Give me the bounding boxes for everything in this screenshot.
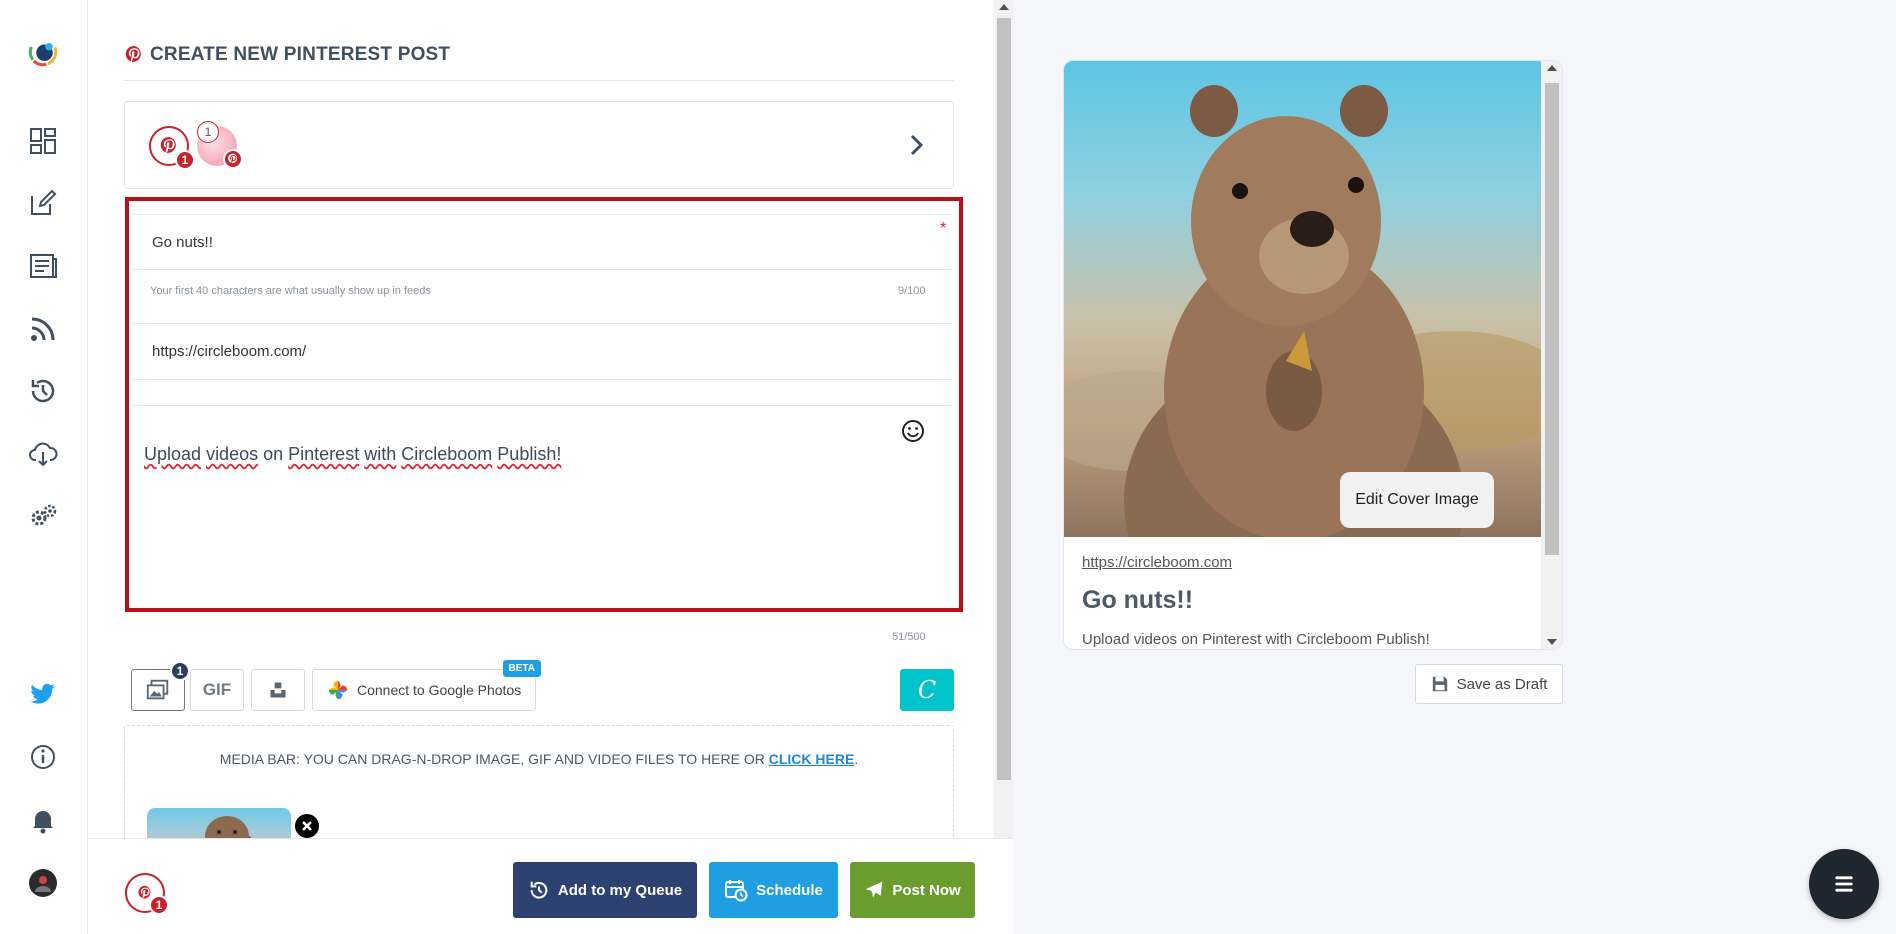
post-now-button[interactable]: Post Now xyxy=(850,862,975,918)
account-selector[interactable]: 1 1 xyxy=(124,101,954,189)
edit-cover-image-button[interactable]: Edit Cover Image xyxy=(1340,472,1494,528)
post-now-label: Post Now xyxy=(892,881,961,899)
page-title-text: CREATE NEW PINTEREST POST xyxy=(150,44,451,65)
google-photos-button[interactable]: Connect to Google Photos BETA xyxy=(312,660,541,711)
pin-title-input[interactable] xyxy=(132,215,952,269)
save-as-draft-label: Save as Draft xyxy=(1456,675,1548,693)
preview-cover-image xyxy=(1064,61,1541,537)
gif-label: GIF xyxy=(202,680,232,699)
image-upload-button[interactable]: 1 xyxy=(131,661,190,711)
edit-icon[interactable] xyxy=(24,184,62,222)
emoji-icon[interactable] xyxy=(900,418,926,444)
board-pinterest-badge xyxy=(223,149,243,169)
preview-url-link[interactable]: https://circleboom.com xyxy=(1082,554,1232,571)
board-count-badge: 1 xyxy=(197,121,219,143)
account-badge: 1 xyxy=(175,150,195,170)
editor-scroll-area: CREATE NEW PINTEREST POST 1 1 * Your fir… xyxy=(88,0,993,838)
desc-word: Upload xyxy=(144,444,202,464)
article-icon[interactable] xyxy=(24,247,62,285)
add-to-queue-label: Add to my Queue xyxy=(557,881,683,899)
media-bar-text: MEDIA BAR: YOU CAN DRAG-N-DROP IMAGE, GI… xyxy=(125,751,953,767)
desc-word: Circleboom xyxy=(401,444,493,464)
description-char-counter: 51/500 xyxy=(892,631,926,643)
pinterest-account-icon[interactable]: 1 xyxy=(149,126,195,170)
paper-plane-icon xyxy=(865,881,883,898)
canva-label: C xyxy=(917,676,937,704)
destination-url-input[interactable] xyxy=(132,324,952,379)
media-dropzone[interactable]: MEDIA BAR: YOU CAN DRAG-N-DROP IMAGE, GI… xyxy=(124,725,954,838)
add-to-queue-button[interactable]: Add to my Queue xyxy=(513,862,697,918)
calendar-clock-icon xyxy=(725,880,748,902)
google-photos-icon xyxy=(328,680,348,700)
circleboom-logo-icon[interactable] xyxy=(24,33,62,71)
action-bar: 1 Add to my Queue Schedule Post Now xyxy=(88,838,1013,934)
unsplash-icon xyxy=(270,682,286,698)
media-bar-suffix: . xyxy=(854,751,859,767)
schedule-label: Schedule xyxy=(756,881,823,899)
desc-word: with xyxy=(364,444,397,464)
desc-word: Publish! xyxy=(497,444,562,464)
title-char-counter: 9/100 xyxy=(898,285,926,297)
media-bar-instructions: MEDIA BAR: YOU CAN DRAG-N-DROP IMAGE, GI… xyxy=(219,751,769,767)
settings-icon[interactable] xyxy=(24,497,62,535)
save-as-draft-button[interactable]: Save as Draft xyxy=(1415,664,1563,704)
editor-scrollbar-thumb[interactable] xyxy=(997,18,1011,780)
desc-word: on xyxy=(263,444,284,464)
pin-title-field xyxy=(132,214,952,270)
google-photos-label: Connect to Google Photos xyxy=(357,682,522,698)
description-text[interactable]: Upload videos on Pinterest with Circlebo… xyxy=(144,444,561,465)
click-here-link[interactable]: CLICK HERE xyxy=(769,751,855,767)
pinterest-icon xyxy=(125,45,141,62)
preview-scroll-up-arrow[interactable] xyxy=(1547,65,1557,71)
unsplash-button[interactable] xyxy=(251,669,305,711)
floppy-disk-icon xyxy=(1432,676,1447,692)
pin-preview-card: Edit Cover Image https://circleboom.com … xyxy=(1063,60,1563,650)
preview-scroll-down-arrow[interactable] xyxy=(1547,639,1557,645)
history-icon[interactable] xyxy=(24,372,62,410)
selected-account-badge: 1 xyxy=(149,895,169,915)
cloud-download-icon[interactable] xyxy=(24,434,62,472)
image-count-badge: 1 xyxy=(170,661,190,681)
queue-icon xyxy=(530,881,548,899)
preview-scrollbar[interactable] xyxy=(1541,61,1562,649)
preview-scrollbar-thumb[interactable] xyxy=(1545,83,1559,555)
sidebar xyxy=(0,0,88,934)
desc-word: Pinterest xyxy=(288,444,360,464)
title-divider xyxy=(124,80,954,81)
info-icon[interactable] xyxy=(24,738,62,776)
beta-badge: BETA xyxy=(502,660,541,677)
post-editor: CREATE NEW PINTEREST POST 1 1 * Your fir… xyxy=(88,0,993,934)
editor-scrollbar[interactable] xyxy=(995,0,1013,934)
quokka-photo xyxy=(1064,85,1541,537)
menu-icon xyxy=(1835,876,1853,892)
twitter-icon[interactable] xyxy=(24,675,62,713)
gif-button[interactable]: GIF xyxy=(190,669,244,711)
preview-description: Upload videos on Pinterest with Circlebo… xyxy=(1082,631,1430,648)
remove-media-icon[interactable] xyxy=(295,814,319,838)
chevron-right-icon[interactable] xyxy=(901,130,931,160)
rss-icon[interactable] xyxy=(24,310,62,348)
description-editor[interactable]: Upload videos on Pinterest with Circlebo… xyxy=(132,405,952,603)
images-icon xyxy=(146,679,169,700)
selected-account-icon[interactable]: 1 xyxy=(125,873,169,915)
desc-word: videos xyxy=(206,444,259,464)
menu-fab-button[interactable] xyxy=(1809,849,1879,919)
schedule-button[interactable]: Schedule xyxy=(709,862,838,918)
destination-url-field xyxy=(132,323,952,380)
user-avatar[interactable] xyxy=(24,864,62,902)
media-thumbnail[interactable] xyxy=(147,808,291,838)
bell-icon[interactable] xyxy=(24,801,62,839)
page-title: CREATE NEW PINTEREST POST xyxy=(124,44,450,66)
dashboard-icon[interactable] xyxy=(24,122,62,160)
canva-button[interactable]: C xyxy=(900,669,954,711)
scroll-up-arrow[interactable] xyxy=(999,4,1009,10)
title-hint: Your first 40 characters are what usuall… xyxy=(150,285,431,297)
preview-title: Go nuts!! xyxy=(1082,586,1194,614)
